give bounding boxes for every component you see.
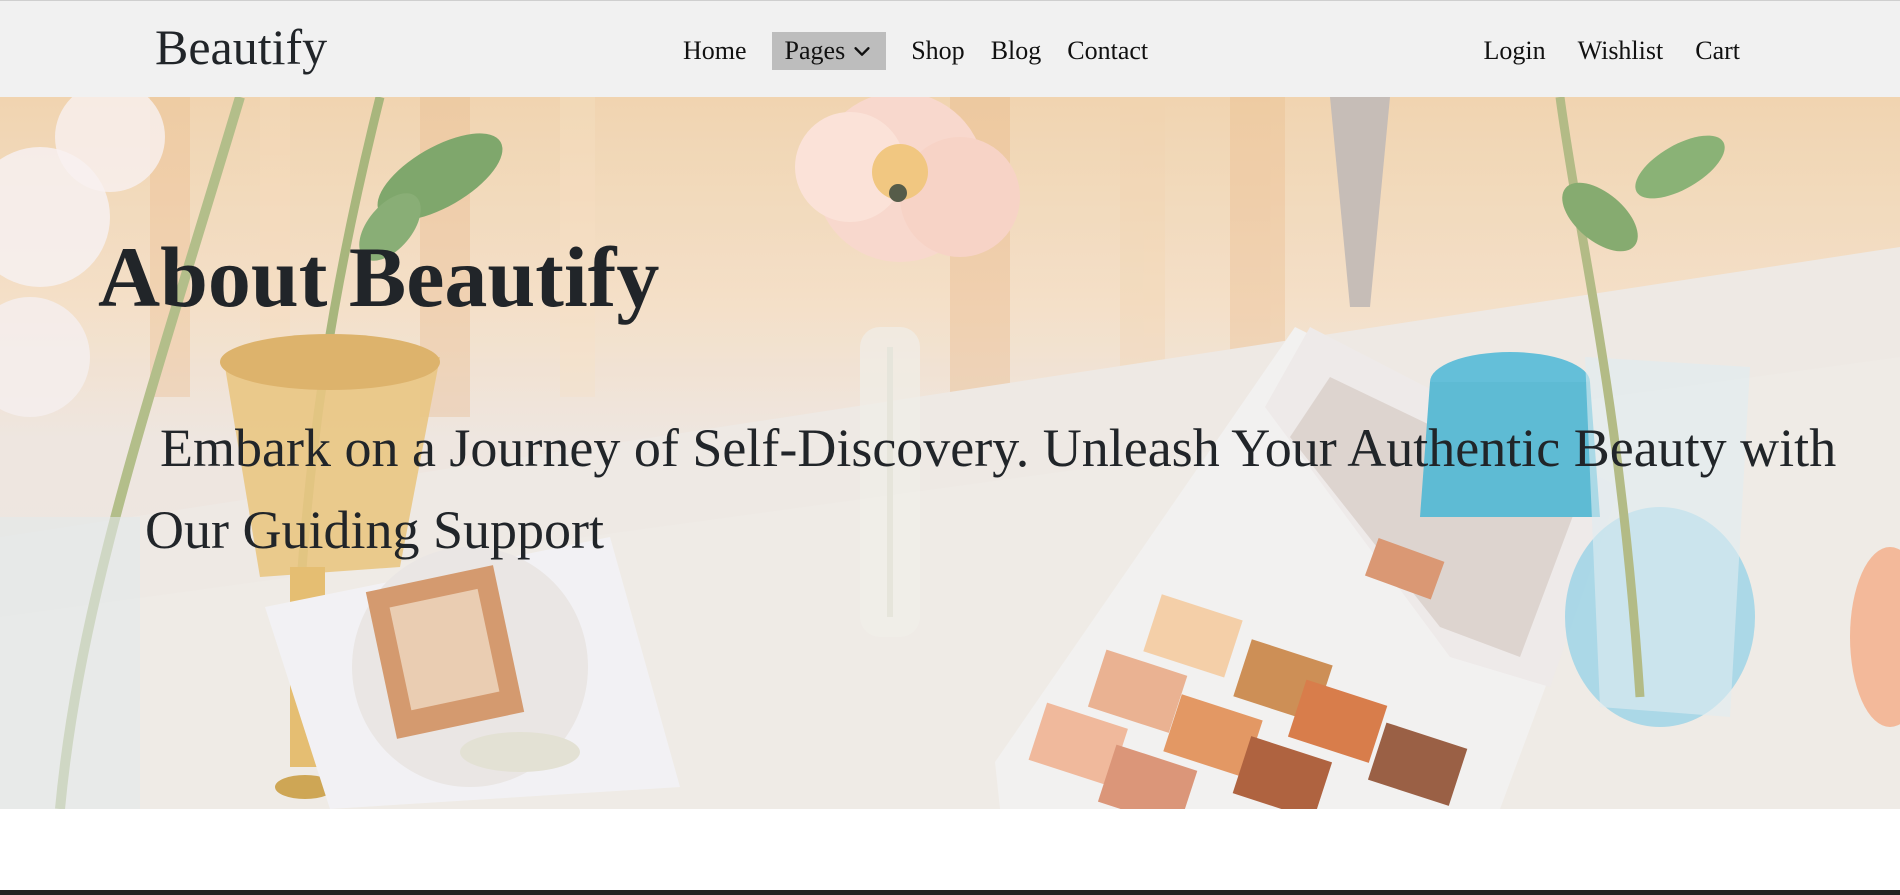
- nav-contact[interactable]: Contact: [1054, 32, 1161, 70]
- user-nav: Login Wishlist Cart: [1451, 31, 1740, 71]
- nav-login[interactable]: Login: [1451, 32, 1545, 70]
- hero-title: About Beautify: [98, 229, 660, 325]
- nav-wishlist[interactable]: Wishlist: [1546, 32, 1664, 70]
- nav-shop[interactable]: Shop: [898, 32, 977, 70]
- navbar: Beautify Home Pages Shop Blog Contact Lo…: [0, 0, 1900, 97]
- nav-pages-label: Pages: [784, 36, 846, 65]
- hero-subtitle: Embark on a Journey of Self-Discovery. U…: [145, 418, 1837, 560]
- chevron-down-icon: [854, 47, 870, 56]
- main-nav: Home Pages Shop Blog Contact: [670, 31, 1161, 71]
- nav-pages-dropdown[interactable]: Pages: [771, 32, 887, 70]
- hero-banner: About Beautify Embark on a Journey of Se…: [0, 97, 1900, 809]
- nav-home[interactable]: Home: [670, 32, 760, 70]
- brand-logo[interactable]: Beautify: [155, 15, 327, 79]
- nav-blog[interactable]: Blog: [978, 32, 1055, 70]
- bottom-divider: [0, 890, 1900, 895]
- nav-cart[interactable]: Cart: [1663, 32, 1740, 70]
